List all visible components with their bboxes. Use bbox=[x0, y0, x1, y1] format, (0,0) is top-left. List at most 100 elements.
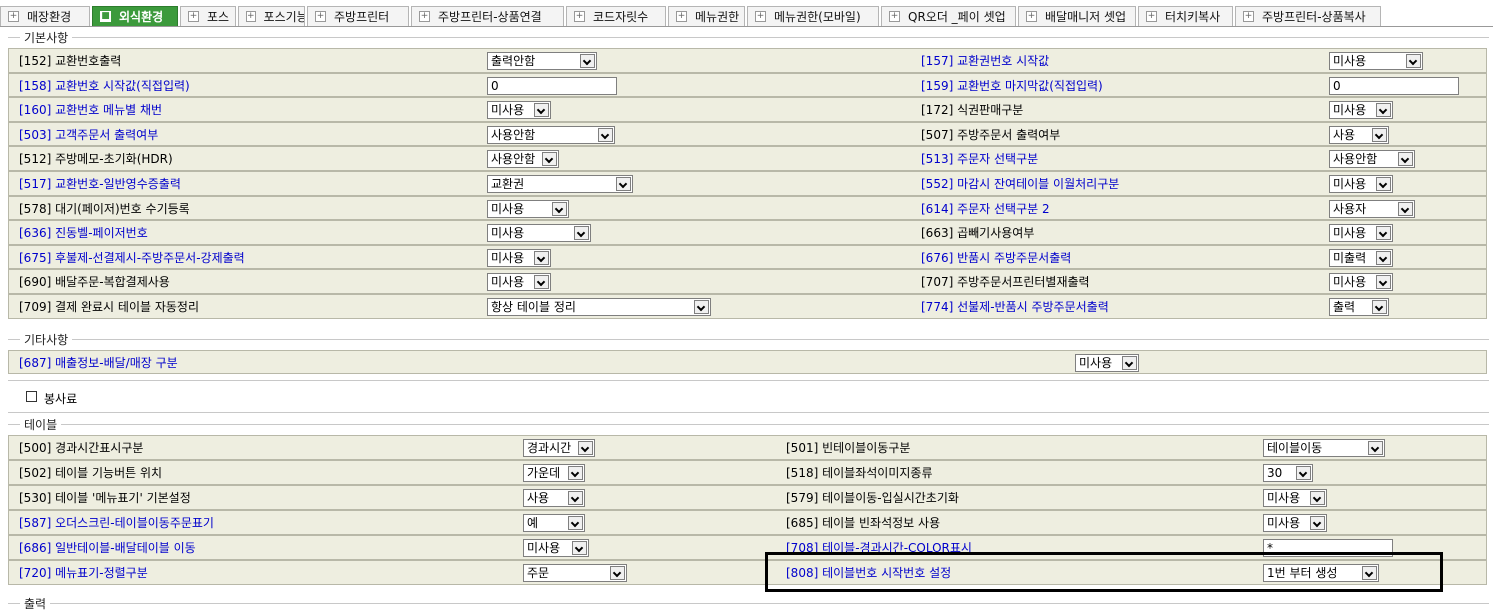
chevron-down-icon bbox=[1398, 201, 1413, 216]
chevron-down-icon bbox=[1368, 441, 1383, 455]
setting-right-control[interactable]: 사용자 bbox=[1329, 199, 1415, 218]
setting-left-control[interactable]: 미사용 bbox=[523, 539, 589, 557]
setting-label[interactable]: [675] 후불제-선결제시-주방주문서-강제출력 bbox=[19, 251, 245, 265]
setting-right-control[interactable]: 출력 bbox=[1329, 298, 1389, 316]
setting-right-control[interactable]: 미출력 bbox=[1329, 248, 1393, 267]
setting-label[interactable]: [503] 고객주문서 출력여부 bbox=[19, 128, 158, 142]
setting-label[interactable]: [157] 교환권번호 시작값 bbox=[921, 54, 1049, 68]
setting-right-control[interactable]: 미사용 bbox=[1329, 52, 1423, 70]
setting-label: [709] 결제 완료시 테이블 자동정리 bbox=[19, 300, 200, 314]
section-etc: 기타사항 bbox=[8, 331, 1489, 348]
setting-right-control[interactable]: 사용안함 bbox=[1329, 150, 1415, 169]
setting-left-control[interactable]: 미사용 bbox=[487, 224, 591, 243]
setting-left-control[interactable]: 미사용 bbox=[487, 248, 551, 267]
tab-11[interactable]: + 터치키복사 bbox=[1138, 6, 1233, 26]
setting-label[interactable]: [686] 일반테이블-배달테이블 이동 bbox=[19, 541, 196, 555]
setting-label: [663] 곱빼기사용여부 bbox=[921, 226, 1035, 241]
setting-left-control[interactable]: 미사용 bbox=[487, 273, 551, 292]
setting-right-control-value: 미출력 bbox=[1333, 250, 1367, 265]
setting-label[interactable]: [159] 교환번호 마지막값(직접입력) bbox=[921, 79, 1103, 93]
setting-right-control[interactable]: 미사용 bbox=[1263, 514, 1327, 532]
chevron-down-icon bbox=[534, 250, 549, 265]
chevron-down-icon bbox=[578, 441, 593, 455]
service-charge-checkbox[interactable] bbox=[26, 391, 37, 402]
tab-6[interactable]: + 코드자릿수 bbox=[566, 6, 666, 26]
setting-left-control[interactable]: 미사용 bbox=[487, 199, 569, 218]
setting-left-control[interactable]: 미사용 bbox=[1075, 354, 1139, 372]
tab-plus-icon: + bbox=[188, 11, 199, 22]
tab-label: 메뉴권한 bbox=[695, 10, 740, 24]
tab-2[interactable]: + 포스 bbox=[180, 6, 236, 26]
setting-label[interactable]: [687] 매출정보-배달/매장 구분 bbox=[19, 356, 178, 370]
setting-label[interactable]: [614] 주문자 선택구분 2 bbox=[921, 202, 1050, 216]
setting-row: [502] 테이블 기능버튼 위치 가운데 [518] 테이블좌석이미지종류 30 bbox=[8, 460, 1487, 485]
tab-3[interactable]: + 포스기능 bbox=[238, 6, 305, 26]
setting-label: [518] 테이블좌석이미지종류 bbox=[786, 466, 933, 480]
setting-left-control[interactable]: 사용안함 bbox=[487, 150, 559, 169]
setting-left-control-value: 주문 bbox=[527, 566, 550, 580]
setting-row: [503] 고객주문서 출력여부 사용안함 [507] 주방주문서 출력여부 사용 bbox=[8, 121, 1487, 147]
chevron-down-icon bbox=[616, 177, 631, 191]
setting-left-control[interactable]: 경과시간 bbox=[523, 439, 595, 457]
tab-12[interactable]: + 주방프린터-상품복사 bbox=[1235, 6, 1381, 26]
tab-1[interactable]: ■ 외식환경 bbox=[92, 6, 178, 26]
setting-left-control[interactable]: 0 bbox=[487, 76, 617, 95]
tab-label: 매장환경 bbox=[27, 10, 72, 24]
setting-left-control[interactable]: 주문 bbox=[523, 564, 627, 582]
chevron-down-icon bbox=[574, 226, 589, 241]
chevron-down-icon bbox=[1376, 103, 1391, 118]
setting-left-control[interactable]: 미사용 bbox=[487, 101, 551, 120]
setting-right-control[interactable]: 미사용 bbox=[1329, 175, 1393, 193]
setting-right-control-value: 미사용 bbox=[1267, 491, 1301, 505]
chevron-down-icon bbox=[1376, 226, 1391, 241]
setting-left-control[interactable]: 출력안함 bbox=[487, 52, 597, 70]
setting-right-control[interactable]: 미사용 bbox=[1263, 489, 1327, 507]
tab-0[interactable]: + 매장환경 bbox=[0, 6, 90, 26]
setting-label[interactable]: [636] 진동벨-페이저번호 bbox=[19, 226, 148, 240]
tab-plus-icon: + bbox=[889, 11, 900, 22]
setting-left-control[interactable]: 가운데 bbox=[523, 464, 585, 482]
setting-label[interactable]: [517] 교환번호-일반영수증출력 bbox=[19, 177, 181, 191]
setting-label[interactable]: [160] 교환번호 메뉴별 채번 bbox=[19, 103, 162, 117]
setting-label[interactable]: [158] 교환번호 시작값(직접입력) bbox=[19, 79, 190, 93]
setting-right-control-value: 미사용 bbox=[1267, 516, 1301, 530]
setting-left-control[interactable]: 사용 bbox=[523, 489, 585, 507]
setting-label[interactable]: [774] 선불제-반품시 주방주문서출력 bbox=[921, 300, 1109, 314]
tab-9[interactable]: + QR오더 _페이 셋업 bbox=[881, 6, 1016, 26]
setting-label[interactable]: [552] 마감시 잔여테이블 이월처리구분 bbox=[921, 177, 1119, 191]
chevron-down-icon bbox=[568, 466, 583, 480]
setting-right-control[interactable]: 30 bbox=[1263, 464, 1313, 482]
setting-label[interactable]: [676] 반품시 주방주문서출력 bbox=[921, 251, 1071, 265]
chevron-down-icon bbox=[534, 275, 549, 290]
tab-label: 주방프린터 bbox=[334, 10, 390, 24]
tab-8[interactable]: + 메뉴권한(모바일) bbox=[747, 6, 879, 26]
setting-left-control-value: 경과시간 bbox=[527, 441, 572, 455]
setting-left-control[interactable]: 항상 테이블 정리 bbox=[487, 298, 711, 316]
tab-label: 외식환경 bbox=[119, 10, 164, 24]
setting-right-control[interactable]: 미사용 bbox=[1329, 224, 1393, 243]
tab-5[interactable]: + 주방프린터-상품연결 bbox=[411, 6, 564, 26]
tab-4[interactable]: + 주방프린터 bbox=[307, 6, 409, 26]
setting-right-control[interactable]: 미사용 bbox=[1329, 273, 1393, 292]
setting-right-control[interactable]: 0 bbox=[1329, 76, 1459, 95]
setting-label[interactable]: [513] 주문자 선택구분 bbox=[921, 152, 1038, 166]
setting-left-control-value: 사용안함 bbox=[491, 127, 536, 142]
setting-right-control[interactable]: 미사용 bbox=[1329, 101, 1393, 120]
setting-left-control[interactable]: 사용안함 bbox=[487, 125, 615, 144]
setting-left-control[interactable]: 교환권 bbox=[487, 175, 633, 193]
chevron-down-icon bbox=[1296, 466, 1311, 480]
chevron-down-icon bbox=[542, 152, 557, 167]
setting-right-control[interactable]: 테이블이동 bbox=[1263, 439, 1385, 457]
tab-plus-icon: ■ bbox=[100, 11, 111, 22]
setting-row: [636] 진동벨-페이저번호 미사용 [663] 곱빼기사용여부 미사용 bbox=[8, 220, 1487, 245]
setting-label[interactable]: [720] 메뉴표기-정렬구분 bbox=[19, 566, 148, 580]
setting-label[interactable]: [587] 오더스크린-테이블이동주문표기 bbox=[19, 516, 214, 530]
section-service-charge-bottom bbox=[8, 412, 1489, 413]
tab-label: 포스 bbox=[207, 10, 230, 24]
setting-right-control[interactable]: 사용 bbox=[1329, 125, 1389, 144]
tab-plus-icon: + bbox=[1026, 11, 1037, 22]
tab-plus-icon: + bbox=[419, 11, 430, 22]
setting-left-control[interactable]: 예 bbox=[523, 514, 585, 532]
tab-7[interactable]: + 메뉴권한 bbox=[668, 6, 745, 26]
tab-10[interactable]: + 배달매니저 셋업 bbox=[1018, 6, 1136, 26]
